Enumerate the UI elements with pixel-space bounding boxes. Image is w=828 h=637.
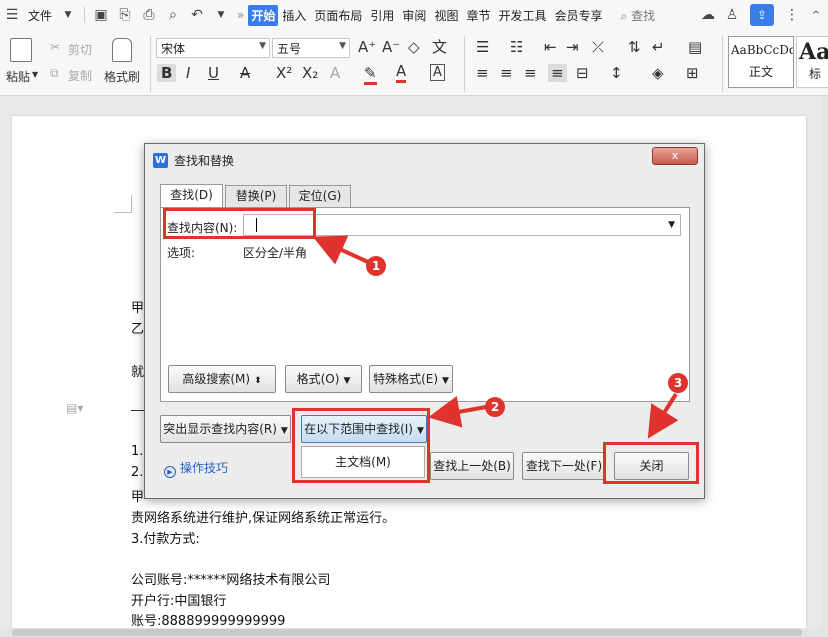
annotation-arrows [312,235,679,439]
arrow-2 [428,396,487,428]
arrow-1 [312,235,369,265]
annotation-badge-3: 3 [668,373,688,393]
arrow-3 [647,392,679,439]
annotation-badge-2: 2 [485,397,505,417]
annotation-badge-1: 1 [366,256,386,276]
